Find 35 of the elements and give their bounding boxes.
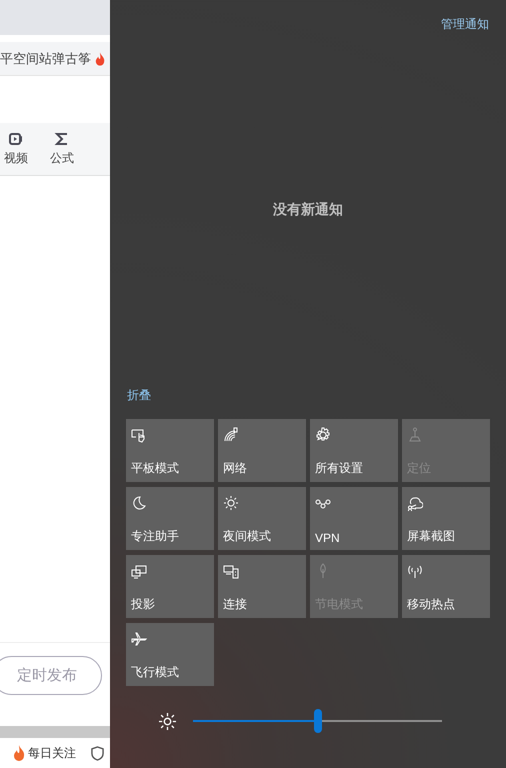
connect-icon [223, 563, 239, 579]
sun-icon [223, 495, 239, 511]
tablet-touch-icon [131, 427, 147, 443]
flame-icon [95, 52, 105, 66]
quick-action-tile[interactable]: 连接 [218, 555, 306, 618]
daily-follow-link[interactable]: 每日关注 [28, 744, 76, 762]
manage-notifications-link[interactable]: 管理通知 [441, 16, 489, 32]
moon-icon [131, 495, 147, 511]
toolbar-button[interactable]: 公式 [50, 123, 74, 175]
collapse-link[interactable]: 折叠 [127, 387, 151, 404]
quick-action-tile[interactable]: 夜间模式 [218, 487, 306, 550]
network-icon [223, 427, 239, 443]
project-icon [131, 563, 147, 579]
airplane-icon [131, 631, 147, 647]
quick-action-tile[interactable]: 移动热点 [402, 555, 490, 618]
empty-notifications-text: 没有新通知 [273, 201, 343, 219]
quick-action-tile[interactable]: 屏幕截图 [402, 487, 490, 550]
location-icon [407, 427, 423, 443]
quick-action-tile[interactable]: 网络 [218, 419, 306, 482]
settings-icon [315, 427, 331, 443]
quick-action-tile[interactable]: 所有设置 [310, 419, 398, 482]
quick-action-tile[interactable]: VPN [310, 487, 398, 550]
sigma-icon [54, 131, 70, 147]
video-icon [8, 131, 24, 147]
shield-icon [91, 746, 104, 760]
flame-icon [13, 745, 25, 761]
quick-action-tile[interactable]: 专注助手 [126, 487, 214, 550]
brightness-icon [159, 712, 176, 730]
hotspot-icon [407, 563, 423, 579]
quick-action-tile[interactable]: 平板模式 [126, 419, 214, 482]
toolbar-button[interactable]: 视频 [4, 123, 28, 175]
bookmark-link[interactable]: 平空间站弹古筝 [0, 50, 91, 68]
quick-action-tile[interactable]: 飞行模式 [126, 623, 214, 686]
quick-action-tile[interactable]: 投影 [126, 555, 214, 618]
slider-thumb[interactable] [314, 709, 322, 733]
